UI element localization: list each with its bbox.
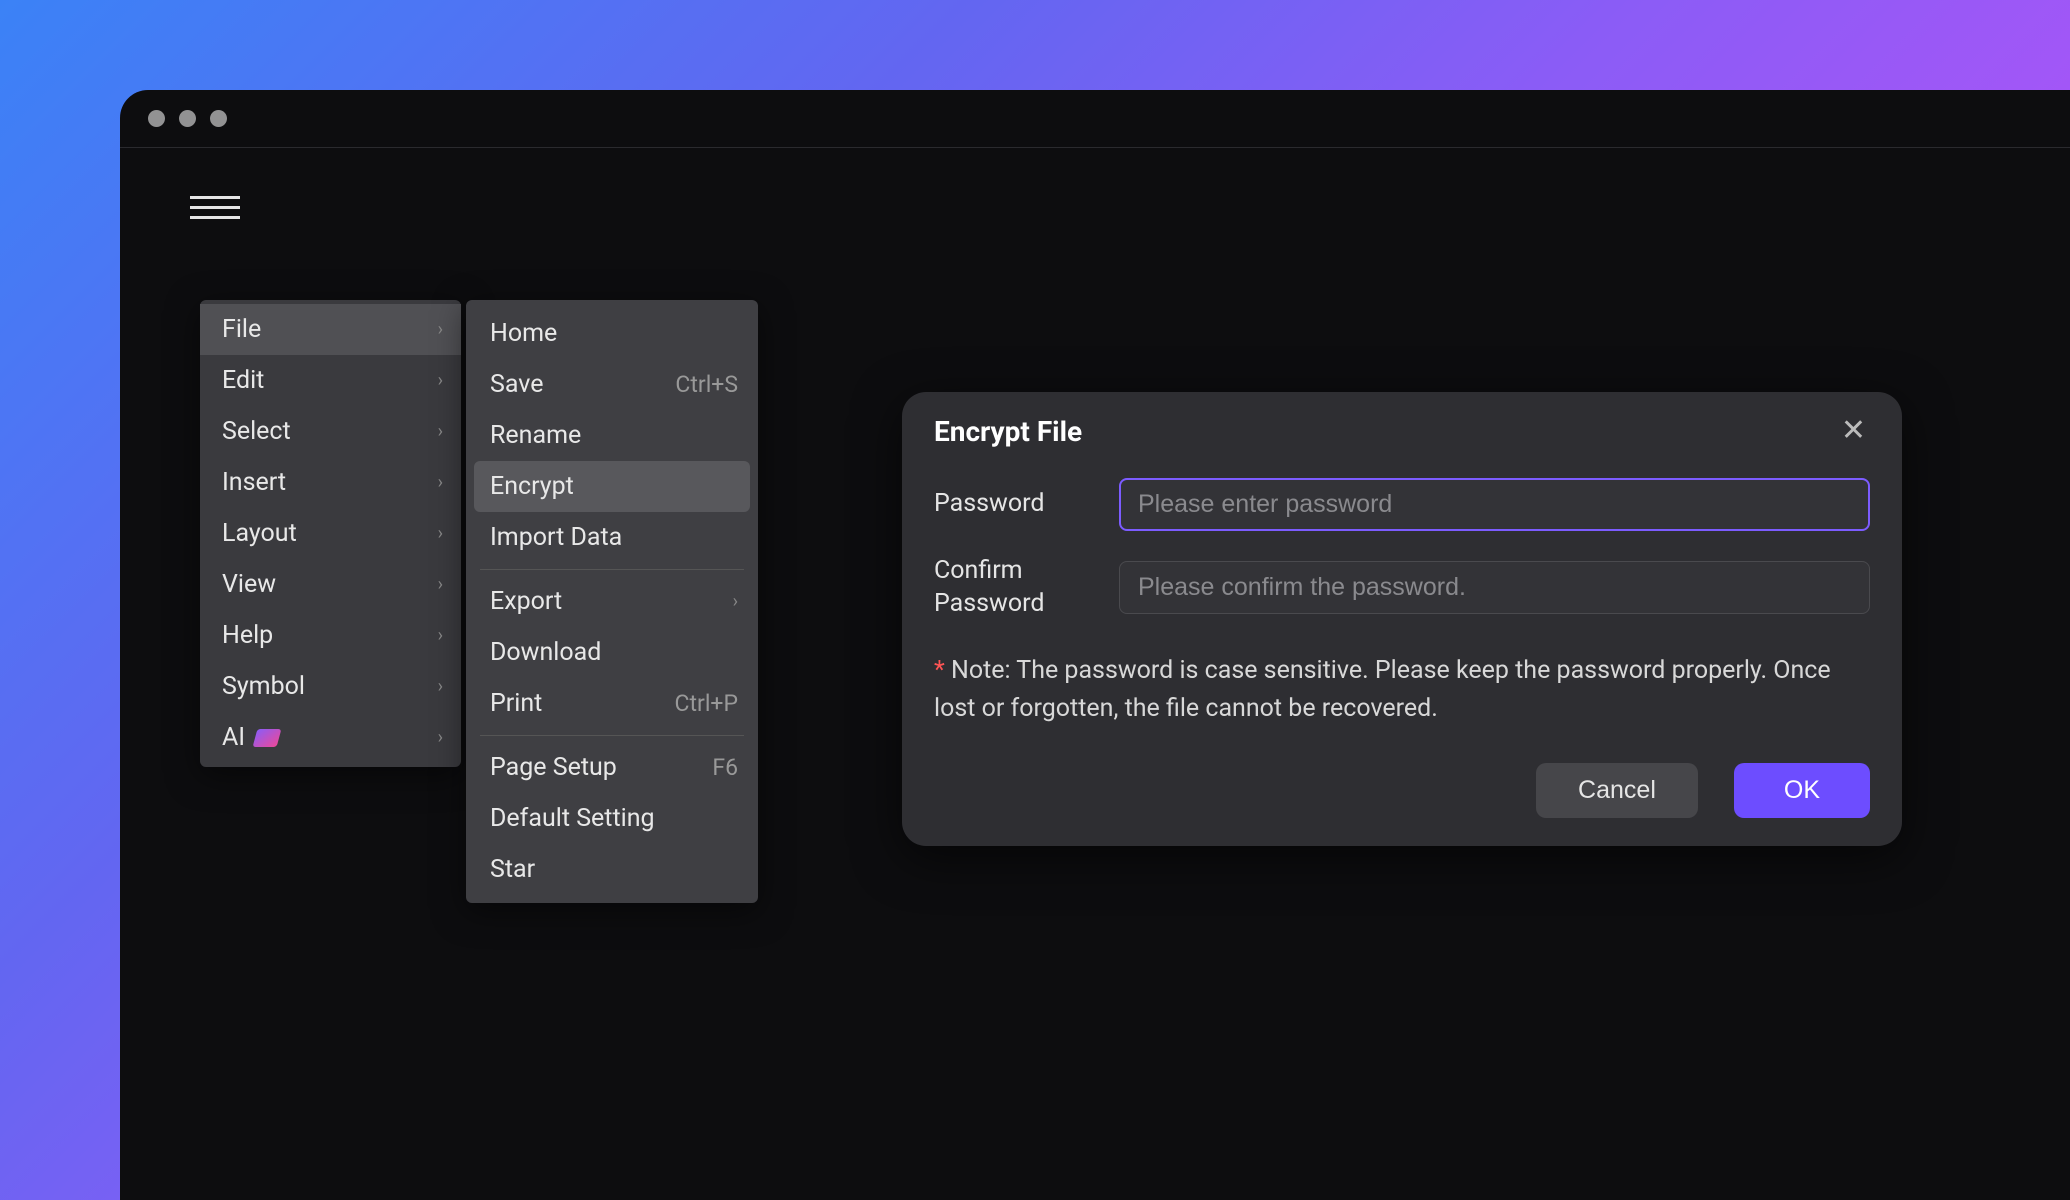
titlebar: [120, 90, 2070, 148]
menu-item-help[interactable]: Help ›: [200, 610, 461, 661]
menu-item-edit[interactable]: Edit ›: [200, 355, 461, 406]
chevron-right-icon: ›: [438, 574, 443, 595]
hamburger-icon: [190, 196, 240, 199]
traffic-lights: [148, 110, 227, 127]
menu-item-label: AI: [222, 723, 279, 752]
hamburger-icon: [190, 216, 240, 219]
submenu-divider: [480, 735, 744, 736]
menu-item-view[interactable]: View ›: [200, 559, 461, 610]
traffic-light-minimize[interactable]: [179, 110, 196, 127]
chevron-right-icon: ›: [438, 370, 443, 391]
submenu-item-encrypt[interactable]: Encrypt: [474, 461, 750, 512]
menu-item-label: Select: [222, 417, 291, 446]
submenu-item-home[interactable]: Home: [466, 308, 758, 359]
hamburger-menu-button[interactable]: [190, 182, 240, 232]
submenu-item-label: Star: [490, 855, 535, 884]
submenu-item-default-setting[interactable]: Default Setting: [466, 793, 758, 844]
submenu-item-label: Rename: [490, 421, 581, 450]
submenu-shortcut: Ctrl+S: [675, 371, 738, 398]
chevron-right-icon: ›: [438, 676, 443, 697]
password-row: Password: [934, 478, 1870, 531]
submenu-shortcut: F6: [712, 754, 738, 781]
submenu-item-print[interactable]: Print Ctrl+P: [466, 678, 758, 729]
submenu-divider: [480, 569, 744, 570]
dialog-header: Encrypt File ✕: [934, 412, 1870, 450]
encrypt-dialog: Encrypt File ✕ Password Confirm Password…: [902, 392, 1902, 846]
traffic-light-close[interactable]: [148, 110, 165, 127]
submenu-item-star[interactable]: Star: [466, 844, 758, 895]
menu-item-ai[interactable]: AI ›: [200, 712, 461, 763]
menu-item-symbol[interactable]: Symbol ›: [200, 661, 461, 712]
close-button[interactable]: ✕: [1837, 412, 1870, 450]
chevron-right-icon: ›: [733, 591, 738, 612]
menu-item-file[interactable]: File ›: [200, 304, 461, 355]
chevron-right-icon: ›: [438, 319, 443, 340]
menu-item-select[interactable]: Select ›: [200, 406, 461, 457]
cancel-button[interactable]: Cancel: [1536, 763, 1698, 818]
confirm-password-input[interactable]: [1119, 561, 1870, 614]
menu-item-label: Insert: [222, 468, 286, 497]
submenu-item-download[interactable]: Download: [466, 627, 758, 678]
note-text: Note: The password is case sensitive. Pl…: [934, 656, 1831, 723]
submenu-shortcut: Ctrl+P: [675, 690, 738, 717]
confirm-password-label: Confirm Password: [934, 555, 1119, 620]
submenu-item-label: Default Setting: [490, 804, 655, 833]
menu-item-insert[interactable]: Insert ›: [200, 457, 461, 508]
close-icon: ✕: [1841, 414, 1866, 447]
menu-item-label: Symbol: [222, 672, 305, 701]
hamburger-icon: [190, 206, 240, 209]
submenu-item-label: Encrypt: [490, 472, 574, 501]
chevron-right-icon: ›: [438, 625, 443, 646]
dialog-title: Encrypt File: [934, 415, 1082, 448]
dialog-buttons: Cancel OK: [934, 763, 1870, 818]
ok-button[interactable]: OK: [1734, 763, 1870, 818]
submenu-item-label: Page Setup: [490, 753, 617, 782]
traffic-light-maximize[interactable]: [210, 110, 227, 127]
toolbar: [120, 148, 2070, 232]
submenu-item-save[interactable]: Save Ctrl+S: [466, 359, 758, 410]
menu-item-label: View: [222, 570, 276, 599]
confirm-password-row: Confirm Password: [934, 555, 1870, 620]
chevron-right-icon: ›: [438, 523, 443, 544]
submenu-item-label: Download: [490, 638, 601, 667]
submenu-item-label: Save: [490, 370, 543, 399]
main-menu: File › Edit › Select › Insert › Layout ›…: [200, 300, 461, 767]
menu-item-label: Layout: [222, 519, 297, 548]
password-label: Password: [934, 488, 1119, 521]
ai-badge-icon: [253, 729, 282, 747]
chevron-right-icon: ›: [438, 727, 443, 748]
submenu-item-label: Import Data: [490, 523, 622, 552]
submenu-item-label: Home: [490, 319, 557, 348]
dialog-note: * Note: The password is case sensitive. …: [934, 652, 1870, 727]
menu-item-label: File: [222, 315, 261, 344]
submenu-item-label: Print: [490, 689, 542, 718]
submenu-item-label: Export: [490, 587, 562, 616]
submenu-item-page-setup[interactable]: Page Setup F6: [466, 742, 758, 793]
submenu-item-rename[interactable]: Rename: [466, 410, 758, 461]
submenu-item-export[interactable]: Export ›: [466, 576, 758, 627]
menu-item-layout[interactable]: Layout ›: [200, 508, 461, 559]
password-input[interactable]: [1119, 478, 1870, 531]
chevron-right-icon: ›: [438, 421, 443, 442]
chevron-right-icon: ›: [438, 472, 443, 493]
menu-item-label: Edit: [222, 366, 264, 395]
submenu-item-import-data[interactable]: Import Data: [466, 512, 758, 563]
file-submenu: Home Save Ctrl+S Rename Encrypt Import D…: [466, 300, 758, 903]
note-asterisk: *: [934, 656, 945, 685]
menu-item-label: Help: [222, 621, 273, 650]
